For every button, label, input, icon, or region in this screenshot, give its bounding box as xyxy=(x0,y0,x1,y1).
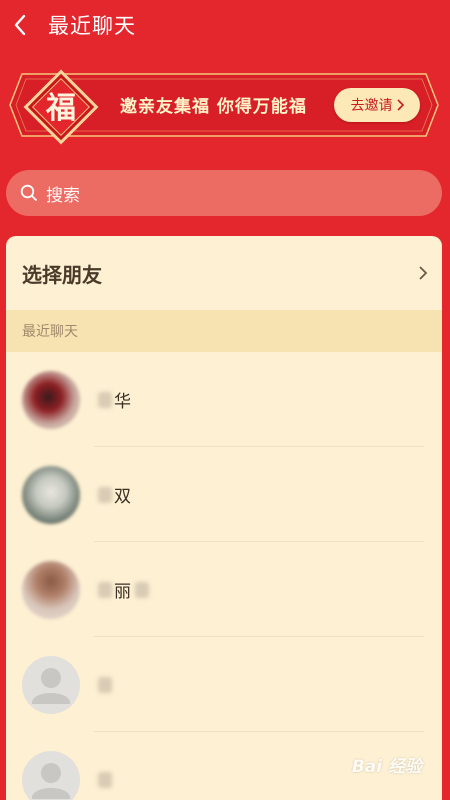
avatar xyxy=(22,370,80,429)
contact-name: 双 xyxy=(98,482,131,507)
contact-row[interactable]: 华 xyxy=(6,352,442,447)
back-button[interactable] xyxy=(0,2,40,48)
redacted-text xyxy=(98,391,112,408)
watermark: Bai 经验 xyxy=(351,757,422,777)
avatar xyxy=(22,560,80,619)
redacted-text xyxy=(98,771,112,788)
select-friends-label: 选择朋友 xyxy=(22,262,102,287)
contact-name: 华 xyxy=(98,387,131,412)
redacted-text xyxy=(98,581,112,598)
section-header: 最近聊天 xyxy=(6,310,442,352)
contact-row[interactable]: 双 xyxy=(6,447,442,542)
search-icon xyxy=(20,184,37,201)
chevron-right-icon xyxy=(396,99,404,111)
select-friends-row[interactable]: 选择朋友 xyxy=(6,236,442,310)
search-input[interactable]: 搜索 xyxy=(6,170,442,216)
contact-name: 丽 xyxy=(98,577,149,602)
redacted-text xyxy=(135,581,149,598)
search-placeholder: 搜索 xyxy=(46,185,80,206)
top-bar: 最近聊天 xyxy=(0,0,450,50)
banner-text: 邀亲友集福 你得万能福 xyxy=(120,97,307,117)
contact-row[interactable]: 丽 xyxy=(6,542,442,637)
friends-card: 选择朋友 最近聊天 华 双 丽 xyxy=(6,236,442,800)
redacted-text xyxy=(98,676,112,693)
svg-text:福: 福 xyxy=(45,91,76,126)
contact-name xyxy=(98,771,114,788)
invite-button[interactable]: 去邀请 xyxy=(334,88,420,122)
redacted-text xyxy=(98,486,112,503)
contact-name xyxy=(98,676,114,693)
fu-badge-icon: 福 xyxy=(22,68,100,146)
default-avatar-icon xyxy=(22,655,80,714)
page-title: 最近聊天 xyxy=(48,14,136,38)
avatar xyxy=(22,465,80,524)
invite-banner[interactable]: 福 邀亲友集福 你得万能福 去邀请 xyxy=(8,69,440,145)
contact-row[interactable] xyxy=(6,637,442,732)
chevron-left-icon xyxy=(14,14,26,36)
invite-button-label: 去邀请 xyxy=(350,98,393,114)
default-avatar-icon xyxy=(22,750,80,800)
chevron-right-icon xyxy=(419,266,428,280)
